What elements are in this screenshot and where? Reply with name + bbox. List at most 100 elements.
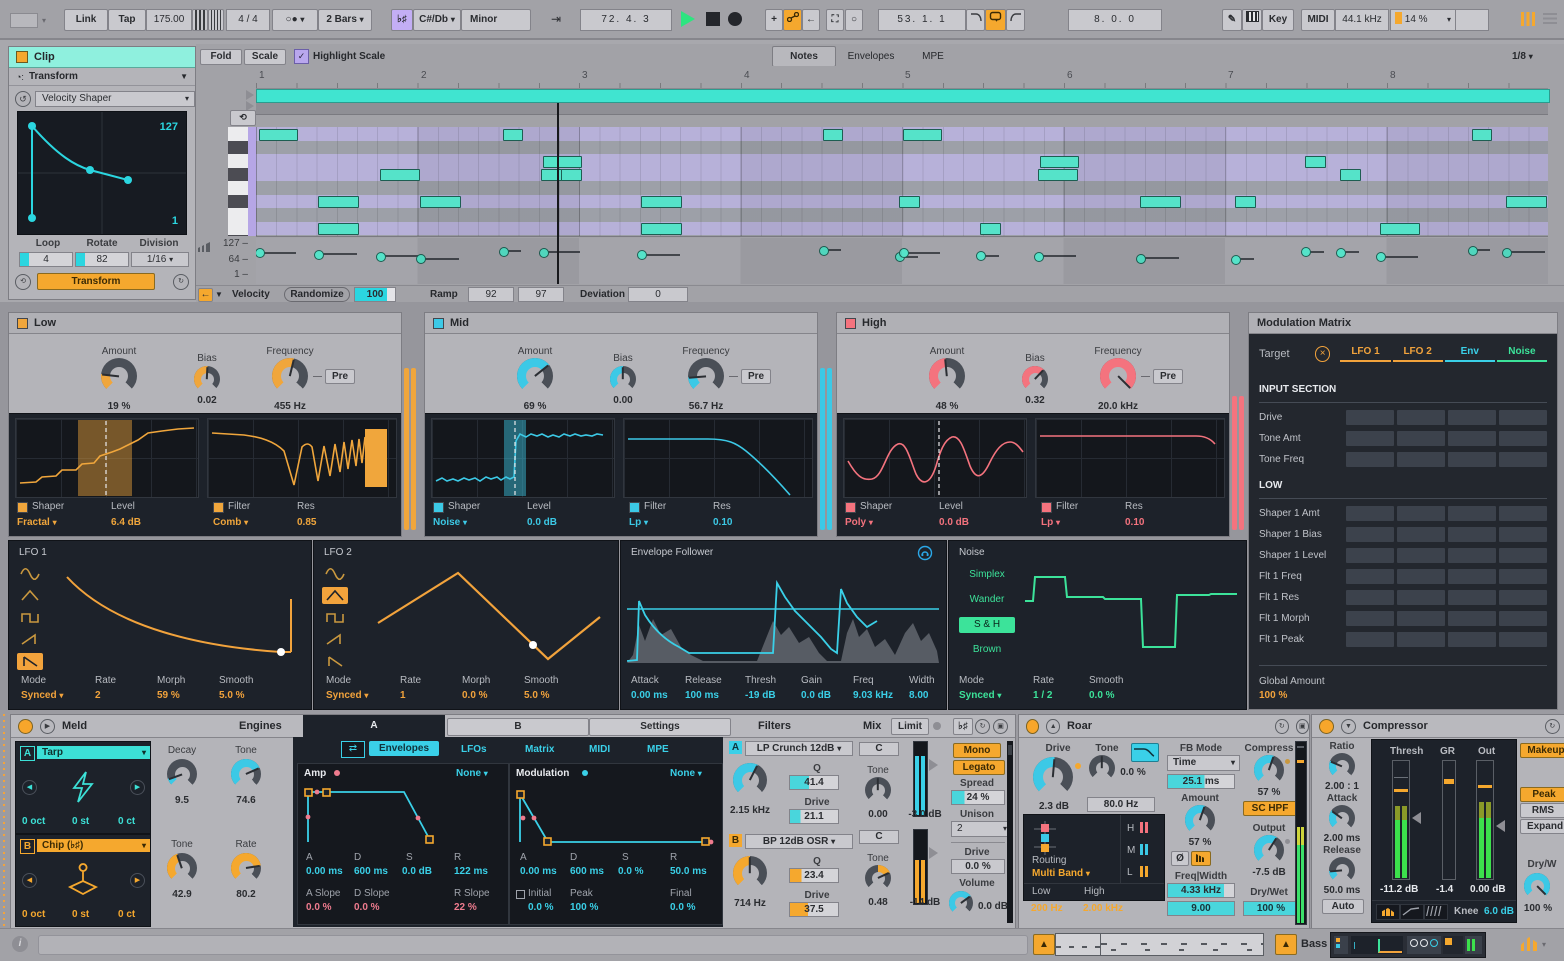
phase-invert-button[interactable]: Ø <box>1171 851 1189 866</box>
matrix-cell[interactable] <box>1397 431 1445 446</box>
saw-down-wave-icon[interactable] <box>17 653 43 670</box>
lfo2-rate[interactable]: 1 <box>400 690 406 701</box>
frequency-value[interactable]: 455 Hz <box>254 401 326 412</box>
noise-smooth[interactable]: 0.0 % <box>1089 690 1115 701</box>
clip-overview-wide[interactable] <box>1100 933 1264 956</box>
midi-note[interactable] <box>1040 156 1079 168</box>
tone-filter-icon[interactable] <box>1131 743 1159 762</box>
transform-section-header[interactable]: ◔: Transform ▼ <box>9 68 195 86</box>
engine-a-prev-icon[interactable]: ◀ <box>22 780 37 795</box>
key-map-button[interactable]: Key <box>1262 9 1294 31</box>
time-signature-field[interactable]: 4 / 4 <box>226 9 270 31</box>
noise-mode[interactable]: Synced ▾ <box>959 690 1001 701</box>
groove-menu[interactable]: ○● ▾ <box>272 9 318 31</box>
midi-note[interactable] <box>380 169 420 181</box>
noise-type-sh[interactable]: S & H <box>959 617 1015 633</box>
piano-key[interactable] <box>228 154 248 169</box>
rate-knob[interactable] <box>231 853 261 883</box>
attack-knob[interactable] <box>1329 805 1355 831</box>
mod-initial[interactable]: 0.0 % <box>528 902 554 913</box>
mono-button[interactable]: Mono <box>953 743 1001 758</box>
transform-tool-select[interactable]: Velocity Shaper▾ <box>35 91 195 107</box>
thresh-value[interactable]: -11.2 dB <box>1380 884 1418 895</box>
scrub-area[interactable] <box>256 103 1548 115</box>
amp-d-slope[interactable]: 0.0 % <box>354 902 380 913</box>
midi-note[interactable] <box>420 196 461 208</box>
filter-a-drive-field[interactable]: 21.1 <box>789 809 839 824</box>
matrix-cell[interactable] <box>1397 410 1445 425</box>
draw-mode-icon[interactable]: ✎ <box>1222 9 1242 31</box>
midi-note[interactable] <box>1380 223 1420 235</box>
amp-decay[interactable]: 600 ms <box>354 866 388 877</box>
engine-b-select[interactable]: Chip (♭♯)▾ <box>37 839 150 852</box>
engine-b-ct[interactable]: 0 ct <box>118 909 135 920</box>
transform-apply-button[interactable]: Transform <box>37 273 155 290</box>
mix-b-tone-knob[interactable] <box>865 865 891 891</box>
cpu-meter[interactable]: 14 % ▾ <box>1390 9 1456 31</box>
amount-knob[interactable] <box>517 358 553 394</box>
matrix-cell[interactable] <box>1397 569 1445 584</box>
matrix-cell[interactable] <box>1397 548 1445 563</box>
midi-note[interactable] <box>641 223 682 235</box>
midi-note[interactable] <box>1340 169 1361 181</box>
filter-a-freq-knob[interactable] <box>733 763 767 797</box>
engine-a-ct[interactable]: 0 ct <box>118 816 135 827</box>
midi-note[interactable] <box>899 196 920 208</box>
sine-wave-icon[interactable] <box>17 565 43 582</box>
retrigger-icon[interactable]: ↻ <box>173 274 189 290</box>
matrix-cell[interactable] <box>1448 611 1496 626</box>
roar-tone[interactable]: 0.0 % <box>1115 767 1151 778</box>
save-preset-icon[interactable]: ▣ <box>1296 719 1309 734</box>
decay-knob[interactable] <box>167 759 197 789</box>
midi-note[interactable] <box>541 169 562 181</box>
matrix-cell[interactable] <box>1397 632 1445 647</box>
engine-a-st[interactable]: 0 st <box>72 816 89 827</box>
engine-b-st[interactable]: 0 st <box>72 909 89 920</box>
engine-a-select[interactable]: Tarp▾ <box>37 746 150 759</box>
mix-b-tone[interactable]: 0.48 <box>857 897 899 908</box>
tap-button[interactable]: Tap <box>108 9 146 31</box>
env-release[interactable]: 100 ms <box>685 690 719 701</box>
routing-select[interactable]: Multi Band ▾ <box>1032 868 1090 879</box>
midi-note[interactable] <box>318 223 359 235</box>
computer-midi-keyboard-icon[interactable] <box>1242 9 1262 31</box>
midi-note[interactable] <box>1038 169 1078 181</box>
loop-icon[interactable] <box>985 9 1006 31</box>
loop-brace[interactable] <box>256 89 1550 103</box>
mod-final[interactable]: 0.0 % <box>670 902 696 913</box>
piano-key[interactable] <box>228 235 248 236</box>
clip-overview-toggle-icon[interactable]: ▲ <box>1033 934 1055 955</box>
mod-release[interactable]: 50.0 ms <box>670 866 707 877</box>
fb-amount[interactable]: 57 % <box>1169 837 1231 848</box>
global-amount-value[interactable]: 100 % <box>1259 690 1547 701</box>
lfo2-smooth[interactable]: 5.0 % <box>524 690 550 701</box>
scale-name-menu[interactable]: Minor <box>461 9 531 31</box>
midi-note[interactable] <box>503 129 523 141</box>
filter-display[interactable] <box>207 418 397 498</box>
triangle-wave-icon[interactable] <box>17 587 43 604</box>
shaper-type-select[interactable]: Poly ▾ <box>845 517 873 528</box>
matrix-cell[interactable] <box>1346 410 1394 425</box>
piano-key[interactable] <box>228 141 248 156</box>
out-gain-handle[interactable] <box>1496 820 1505 832</box>
quantize-menu[interactable]: 2 Bars ▾ <box>318 9 372 31</box>
noise-rate[interactable]: 1 / 2 <box>1033 690 1052 701</box>
square-wave-icon[interactable] <box>17 609 43 626</box>
mix-b-level-handle[interactable] <box>929 847 938 859</box>
saw-down-wave-icon[interactable] <box>322 653 348 670</box>
rms-button[interactable]: RMS <box>1520 803 1564 818</box>
expand-icon[interactable]: ▲ <box>1046 719 1059 734</box>
matrix-cell[interactable] <box>1397 527 1445 542</box>
amp-mode-select[interactable]: None ▾ <box>456 768 488 779</box>
matrix-cell[interactable] <box>1499 569 1547 584</box>
filter-a-q-field[interactable]: 41.4 <box>789 775 839 790</box>
comp-dry-wet-knob[interactable] <box>1524 873 1550 899</box>
sidechain-listen-icon[interactable] <box>917 545 933 561</box>
lane-collapse-icon[interactable]: ← <box>198 288 213 302</box>
stop-button[interactable] <box>706 12 720 26</box>
subtab-lfos[interactable]: LFOs <box>461 744 487 755</box>
matrix-cell[interactable] <box>1499 506 1547 521</box>
midi-note[interactable] <box>1506 196 1547 208</box>
engine-a-next-icon[interactable]: ▶ <box>130 780 145 795</box>
nudge-up-icon[interactable] <box>208 9 224 31</box>
